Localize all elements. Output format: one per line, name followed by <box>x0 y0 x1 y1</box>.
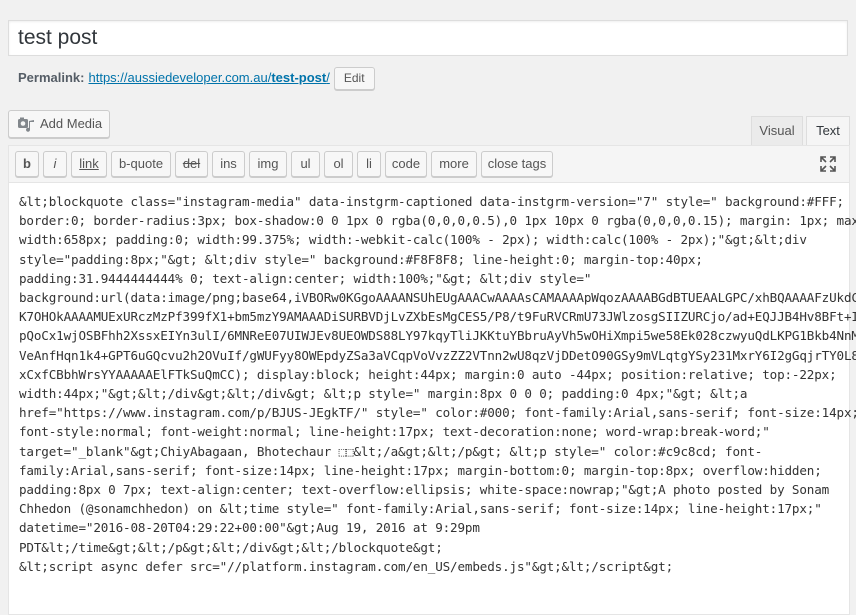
tab-visual[interactable]: Visual <box>751 116 803 146</box>
editor-line: target="_blank"&gt;ChiyAbagaan, Bhotecha… <box>19 443 763 459</box>
quicktag-ul-button[interactable]: ul <box>291 151 320 177</box>
editor-line: width:658px; padding:0; width:99.375%; w… <box>19 232 807 248</box>
permalink-url-link[interactable]: https://aussiedeveloper.com.au/test-post… <box>88 68 329 88</box>
permalink-slug: test-post <box>271 70 327 85</box>
permalink-url-end: / <box>326 70 330 85</box>
fullscreen-expand-icon[interactable] <box>819 155 837 173</box>
text-editor: b i link b-quote del ins img ul ol li co… <box>8 145 856 615</box>
quicktag-li-button[interactable]: li <box>357 151 381 177</box>
editor-line: K7OHOkAAAAMUExURczMzPf399fX1+bm5mzY9AMAA… <box>19 309 856 325</box>
quicktag-bold-button[interactable]: b <box>15 151 39 177</box>
editor-line: font-style:normal; font-weight:normal; l… <box>19 424 770 440</box>
editor-content-textarea[interactable]: &lt;blockquote class="instagram-media" d… <box>19 192 856 576</box>
editor-line: &lt;blockquote class="instagram-media" d… <box>19 194 844 209</box>
add-media-button[interactable]: Add Media <box>8 110 110 138</box>
editor-line: Chhedon (@sonamchhedon) on &lt;time styl… <box>19 501 822 517</box>
edit-permalink-button[interactable]: Edit <box>333 66 375 90</box>
editor-line: width:44px;"&gt;&lt;/div&gt;&lt;/div&gt;… <box>19 386 748 402</box>
camera-music-icon <box>17 116 35 132</box>
editor-line: VeAnfHqn1k4+GPT6uGQcvu2h2OVuIf/gWUFyy8OW… <box>19 347 856 363</box>
quicktag-more-button[interactable]: more <box>431 151 477 177</box>
post-title-input[interactable]: test post <box>8 20 848 56</box>
editor-line: background:url(data:image/png;base64,iVB… <box>19 290 856 306</box>
quicktag-del-button[interactable]: del <box>175 151 208 177</box>
editor-line: padding:31.9444444444% 0; text-align:cen… <box>19 270 592 286</box>
quicktag-bquote-button[interactable]: b-quote <box>111 151 171 177</box>
editor-line: xCxfCBbhWrsYYAAAAAElFTkSuQmCC); display:… <box>19 366 837 382</box>
add-media-label: Add Media <box>40 116 103 131</box>
quicktag-italic-button[interactable]: i <box>43 151 67 177</box>
editor-line: padding:8px 0 7px; text-align:center; te… <box>19 482 830 498</box>
editor-line: datetime="2016-08-20T04:29:22+00:00"&gt;… <box>19 520 480 536</box>
editor-line: href="https://www.instagram.com/p/BJUS-J… <box>19 405 856 421</box>
permalink-url-base: https://aussiedeveloper.com.au/ <box>88 70 272 85</box>
editor-line: border:0; border-radius:3px; box-shadow:… <box>19 213 856 229</box>
editor-line: pQoCx1wjOSBFhh2XssxEIYn3ulI/6MNReE07UIWJ… <box>19 328 856 344</box>
quicktag-ol-button[interactable]: ol <box>324 151 353 177</box>
quicktag-code-button[interactable]: code <box>385 151 427 177</box>
permalink-row: Permalink: https://aussiedeveloper.com.a… <box>18 66 375 90</box>
quicktag-ins-button[interactable]: ins <box>212 151 245 177</box>
editor-line: family:Arial,sans-serif; font-size:14px;… <box>19 462 822 478</box>
permalink-label: Permalink: <box>18 70 85 85</box>
quicktag-img-button[interactable]: img <box>249 151 287 177</box>
quicktag-link-button[interactable]: link <box>71 151 107 177</box>
quicktag-close-tags-button[interactable]: close tags <box>481 151 553 177</box>
tab-text[interactable]: Text <box>806 116 850 146</box>
editor-line: &lt;script async defer src="//platform.i… <box>19 558 674 574</box>
quicktags-toolbar: b i link b-quote del ins img ul ol li co… <box>9 146 849 183</box>
editor-line: PDT&lt;/time&gt;&lt;/p&gt;&lt;/div&gt;&l… <box>19 539 443 555</box>
editor-line: style="padding:8px;"&gt; &lt;div style="… <box>19 251 703 267</box>
